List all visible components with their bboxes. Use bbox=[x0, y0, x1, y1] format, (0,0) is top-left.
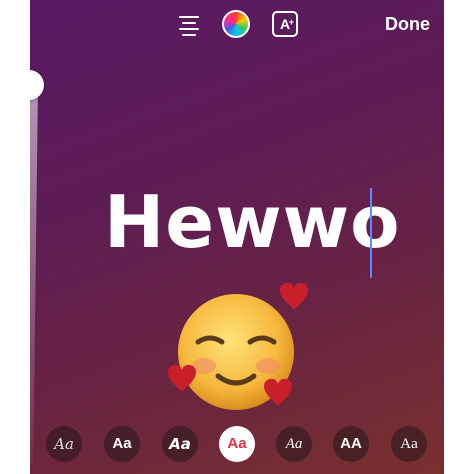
done-button[interactable]: Done bbox=[385, 14, 430, 35]
font-option-caps[interactable]: AA bbox=[333, 426, 369, 462]
font-option-rounded-selected[interactable]: Aa bbox=[219, 426, 255, 462]
font-picker: Aa Aa Aa Aa Aa AA Aa bbox=[30, 424, 444, 468]
font-option-strong[interactable]: Aa bbox=[162, 426, 198, 462]
top-toolbar: A + Done bbox=[30, 0, 444, 52]
text-caret bbox=[370, 188, 372, 278]
right-margin bbox=[444, 0, 474, 474]
font-option-script[interactable]: Aa bbox=[46, 426, 82, 462]
text-effect-button[interactable]: A + bbox=[272, 11, 298, 37]
color-wheel-icon[interactable] bbox=[222, 10, 250, 38]
text-size-slider-track[interactable] bbox=[30, 84, 38, 464]
align-center-icon[interactable] bbox=[176, 12, 202, 38]
text-effect-badge: + bbox=[288, 17, 294, 27]
text-size-slider-thumb[interactable] bbox=[30, 70, 44, 100]
font-option-italic[interactable]: Aa bbox=[276, 426, 312, 462]
smiling-face-with-hearts-icon[interactable] bbox=[168, 280, 318, 420]
story-editor: A + Done Hewwo Aa Aa Aa Aa Aa AA Aa bbox=[30, 0, 444, 474]
story-text[interactable]: Hewwo bbox=[104, 180, 401, 264]
font-option-classic[interactable]: Aa bbox=[104, 426, 140, 462]
font-option-serif[interactable]: Aa bbox=[391, 426, 427, 462]
left-margin bbox=[0, 0, 30, 474]
